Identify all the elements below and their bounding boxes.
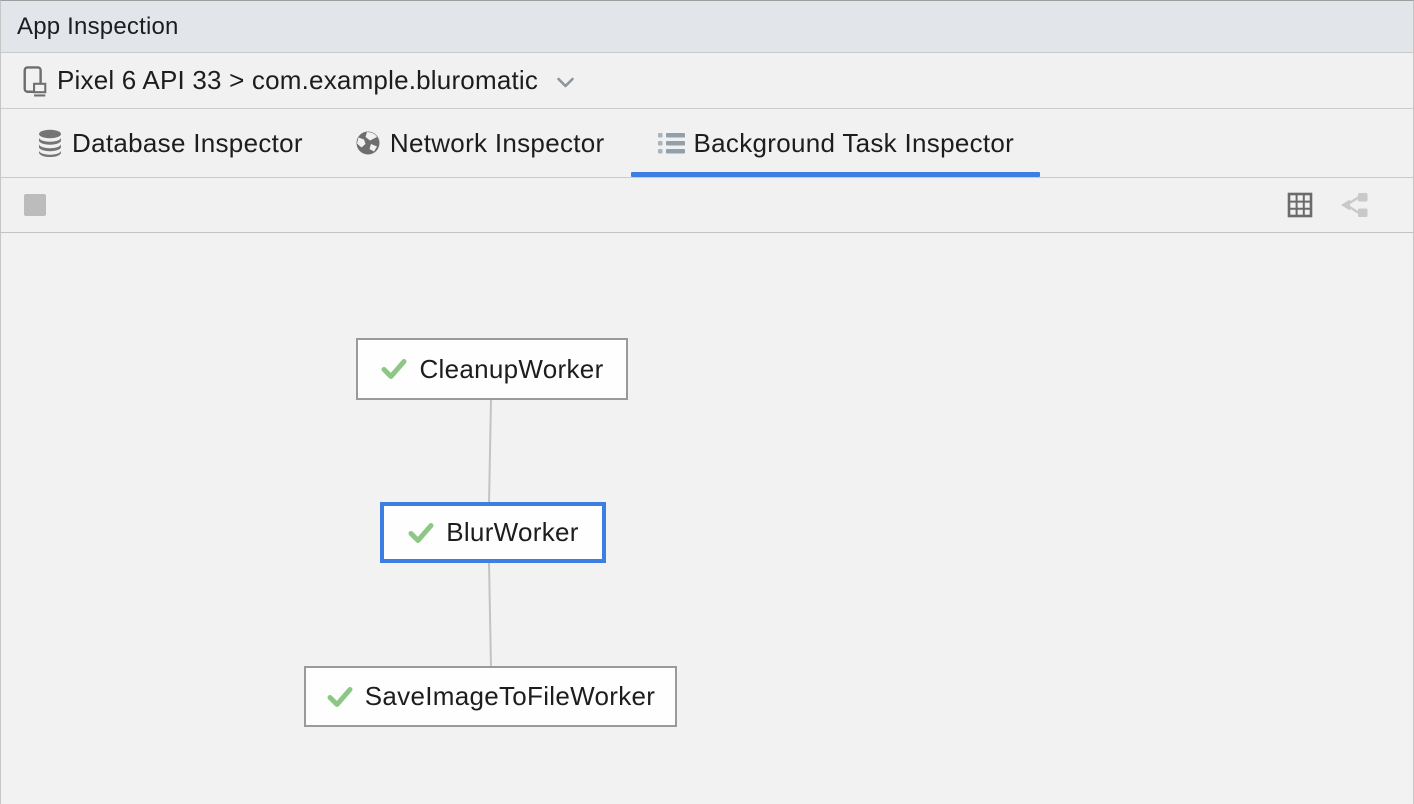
process-selector-label: Pixel 6 API 33 > com.example.bluromatic bbox=[57, 65, 538, 96]
process-selector[interactable]: Pixel 6 API 33 > com.example.bluromatic bbox=[1, 53, 1413, 109]
stop-icon[interactable] bbox=[24, 194, 46, 216]
inspector-toolbar bbox=[1, 178, 1413, 233]
panel-header: App Inspection bbox=[1, 1, 1413, 53]
graph-view-icon[interactable] bbox=[1339, 191, 1369, 219]
app-inspection-panel: App Inspection Pixel 6 API 33 > com.exam… bbox=[0, 0, 1414, 804]
table-view-icon[interactable] bbox=[1287, 192, 1313, 218]
tab-network-inspector[interactable]: Network Inspector bbox=[329, 109, 631, 177]
worker-node-cleanupworker[interactable]: CleanupWorker bbox=[356, 338, 628, 400]
tab-label: Network Inspector bbox=[390, 128, 605, 159]
worker-node-label: SaveImageToFileWorker bbox=[365, 681, 655, 712]
task-list-icon bbox=[657, 131, 685, 156]
worker-node-saveimagetofileworker[interactable]: SaveImageToFileWorker bbox=[304, 666, 677, 727]
tab-label: Database Inspector bbox=[72, 128, 303, 159]
chevron-down-icon bbox=[556, 77, 575, 89]
check-success-icon bbox=[407, 521, 435, 545]
globe-icon bbox=[355, 130, 381, 156]
worker-node-label: BlurWorker bbox=[446, 517, 579, 548]
worker-node-blurworker[interactable]: BlurWorker bbox=[380, 502, 606, 563]
check-success-icon bbox=[326, 685, 354, 709]
database-icon bbox=[37, 129, 63, 157]
virtual-device-icon bbox=[21, 65, 49, 97]
work-graph-canvas[interactable]: CleanupWorker BlurWorker SaveImageToFile… bbox=[1, 233, 1413, 804]
worker-edges bbox=[1, 233, 1413, 804]
panel-title: App Inspection bbox=[17, 13, 179, 41]
tab-label: Background Task Inspector bbox=[694, 128, 1015, 159]
inspector-tabs: Database Inspector Network Inspector Bac… bbox=[1, 109, 1413, 178]
tab-background-task-inspector[interactable]: Background Task Inspector bbox=[631, 109, 1041, 177]
check-success-icon bbox=[380, 357, 408, 381]
tab-database-inspector[interactable]: Database Inspector bbox=[11, 109, 329, 177]
view-toggle-group bbox=[1287, 191, 1369, 219]
worker-node-label: CleanupWorker bbox=[419, 354, 603, 385]
